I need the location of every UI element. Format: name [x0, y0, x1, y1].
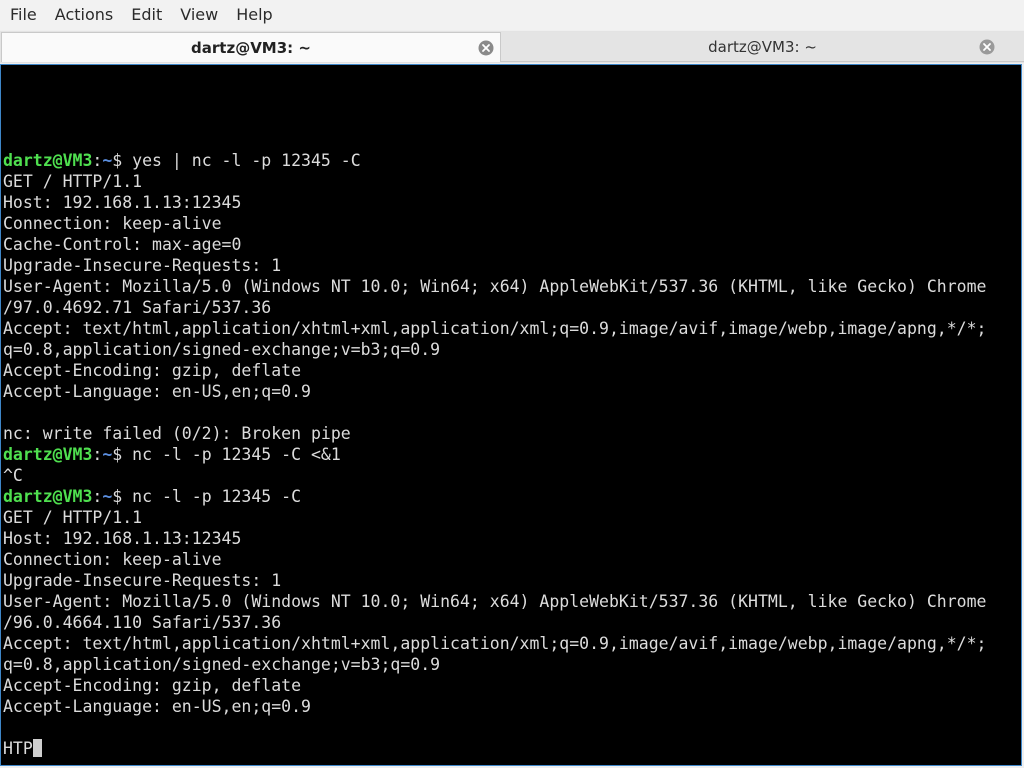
tab-bar: dartz@VM3: ~ dartz@VM3: ~	[0, 31, 1024, 63]
prompt-line: dartz@VM3:~$ nc -l -p 12345 -C	[3, 486, 1021, 507]
output-line: Host: 192.168.1.13:12345	[3, 529, 242, 548]
output-line: q=0.8,application/signed-exchange;v=b3;q…	[3, 340, 441, 359]
output-line: User-Agent: Mozilla/5.0 (Windows NT 10.0…	[3, 277, 987, 296]
command-text: nc -l -p 12345 -C	[132, 487, 302, 506]
output-line: q=0.8,application/signed-exchange;v=b3;q…	[3, 655, 441, 674]
output-line: Accept-Encoding: gzip, deflate	[3, 676, 302, 695]
tab-label: dartz@VM3: ~	[191, 38, 311, 57]
output-line: Upgrade-Insecure-Requests: 1	[3, 571, 282, 590]
prompt-separator: :	[92, 487, 103, 506]
prompt-path: ~	[102, 151, 113, 170]
prompt-symbol: $	[112, 151, 133, 170]
terminal-output-area[interactable]: dartz@VM3:~$ yes | nc -l -p 12345 -C GET …	[0, 64, 1022, 766]
prompt-symbol: $	[112, 445, 133, 464]
text-cursor	[32, 739, 42, 757]
prompt-user: dartz@VM3	[3, 487, 93, 506]
output-line: ^C	[3, 466, 23, 485]
output-line: Connection: keep-alive	[3, 550, 222, 569]
prompt-user: dartz@VM3	[3, 151, 93, 170]
command-text: nc -l -p 12345 -C <&1	[132, 445, 341, 464]
output-line: nc: write failed (0/2): Broken pipe	[3, 424, 351, 443]
tab-label: dartz@VM3: ~	[708, 37, 817, 56]
output-line: Accept-Language: en-US,en;q=0.9	[3, 697, 311, 716]
prompt-symbol: $	[112, 487, 133, 506]
output-line: User-Agent: Mozilla/5.0 (Windows NT 10.0…	[3, 592, 987, 611]
output-line: Accept: text/html,application/xhtml+xml,…	[3, 634, 987, 653]
output-line: GET / HTTP/1.1	[3, 172, 143, 191]
output-line: Accept: text/html,application/xhtml+xml,…	[3, 319, 987, 338]
menu-actions[interactable]: Actions	[46, 0, 122, 30]
command-text: yes | nc -l -p 12345 -C	[132, 151, 361, 170]
output-line: /97.0.4692.71 Safari/537.36	[3, 298, 272, 317]
prompt-separator: :	[92, 445, 103, 464]
current-input-line: HTP	[3, 738, 1021, 759]
output-line: Cache-Control: max-age=0	[3, 235, 242, 254]
output-line: Connection: keep-alive	[3, 214, 222, 233]
prompt-line: dartz@VM3:~$ yes | nc -l -p 12345 -C	[3, 150, 1021, 171]
prompt-path: ~	[102, 487, 113, 506]
output-line: GET / HTTP/1.1	[3, 508, 143, 527]
typed-input: HTP	[3, 739, 33, 758]
close-icon[interactable]	[478, 40, 494, 56]
prompt-path: ~	[102, 445, 113, 464]
terminal-window: File Actions Edit View Help dartz@VM3: ~…	[0, 0, 1024, 768]
output-line: Accept-Encoding: gzip, deflate	[3, 361, 302, 380]
prompt-line: dartz@VM3:~$ nc -l -p 12345 -C <&1	[3, 444, 1021, 465]
output-line: Upgrade-Insecure-Requests: 1	[3, 256, 282, 275]
menu-help[interactable]: Help	[227, 0, 281, 30]
menu-edit[interactable]: Edit	[122, 0, 171, 30]
output-line: /96.0.4664.110 Safari/537.36	[3, 613, 282, 632]
tab-terminal-1[interactable]: dartz@VM3: ~	[1, 32, 501, 62]
close-icon[interactable]	[979, 39, 995, 55]
menu-file[interactable]: File	[0, 0, 46, 30]
output-line: Host: 192.168.1.13:12345	[3, 193, 242, 212]
prompt-separator: :	[92, 151, 103, 170]
menu-view[interactable]: View	[171, 0, 227, 30]
terminal-text: dartz@VM3:~$ yes | nc -l -p 12345 -C GET …	[3, 150, 1021, 759]
tab-terminal-2[interactable]: dartz@VM3: ~	[501, 32, 1024, 62]
menu-bar: File Actions Edit View Help	[0, 0, 1024, 30]
prompt-user: dartz@VM3	[3, 445, 93, 464]
output-line: Accept-Language: en-US,en;q=0.9	[3, 382, 311, 401]
